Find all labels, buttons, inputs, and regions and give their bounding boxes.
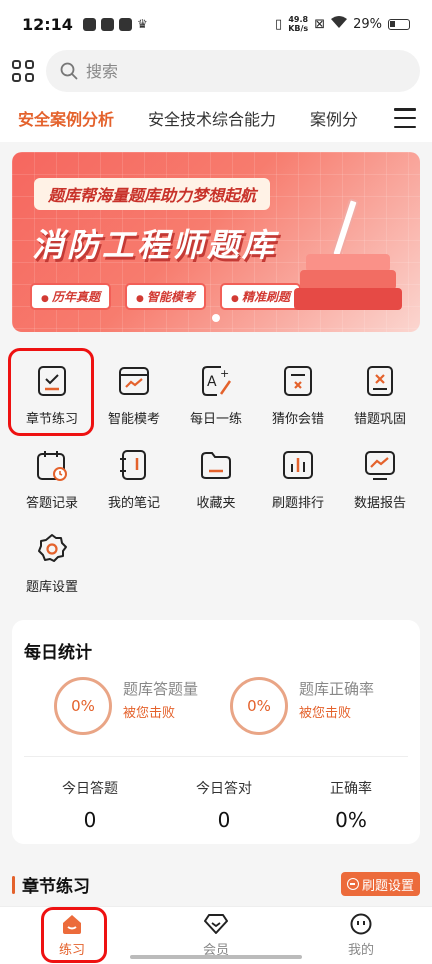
notification-icons: ♛ xyxy=(82,17,148,31)
section-title: 章节练习 xyxy=(22,877,90,897)
minus-circle-icon xyxy=(346,878,359,890)
accuracy-ring: 0% xyxy=(230,677,288,735)
feature-label: 题库设置 xyxy=(25,580,78,595)
notification-app-icon xyxy=(82,17,96,31)
answer-record-icon xyxy=(37,451,67,481)
banner-pill: 智能模考 xyxy=(125,283,207,310)
vibrate-icon: ▯ xyxy=(275,16,283,32)
feature-ranking[interactable]: 刷题排行 xyxy=(258,446,338,526)
status-time: 12:14 xyxy=(22,14,73,34)
practice-settings-button[interactable]: 刷题设置 xyxy=(340,872,420,896)
notification-mail-icon xyxy=(118,17,132,31)
search-box[interactable] xyxy=(46,50,420,92)
diamond-icon xyxy=(204,914,228,934)
feature-daily-practice[interactable]: A + 每日一练 xyxy=(176,362,256,442)
stat-label: 正确率 xyxy=(330,781,372,797)
net-speed-value: 49.8 xyxy=(288,15,309,24)
battery-percent: 29% xyxy=(353,16,382,32)
feature-guess-wrong[interactable]: 猜你会错 xyxy=(258,362,338,442)
search-icon xyxy=(60,62,78,80)
search-input[interactable] xyxy=(86,61,366,81)
feature-label: 数据报告 xyxy=(353,496,406,511)
guess-wrong-icon xyxy=(284,366,312,396)
data-report-icon xyxy=(365,451,395,480)
nav-practice-highlight xyxy=(41,907,107,963)
apps-grid-icon[interactable] xyxy=(12,60,34,82)
stat-label: 今日答题 xyxy=(62,781,118,797)
status-bar: 12:14 ♛ ▯ 49.8 KB/s ⊠ 29% xyxy=(0,0,432,48)
stat-accuracy: 正确率 0% xyxy=(296,778,406,832)
feature-label: 每日一练 xyxy=(189,412,242,427)
feature-label: 错题巩固 xyxy=(353,412,406,427)
banner-tagline: 题库帮海量题库助力梦想起航 xyxy=(34,178,271,210)
home-indicator xyxy=(130,955,302,959)
notification-play-icon xyxy=(100,17,114,31)
feature-label: 猜你会错 xyxy=(271,412,324,427)
banner-pill: 精准刷题 xyxy=(220,283,302,310)
daily-practice-icon: A + xyxy=(202,366,232,396)
answer-volume-sub: 被您击败 xyxy=(123,706,176,721)
stat-today-correct: 今日答对 0 xyxy=(169,778,279,832)
banner-page-indicator xyxy=(212,314,220,322)
stat-today-answered: 今日答题 0 xyxy=(35,778,145,832)
promo-banner[interactable]: 题库帮海量题库助力梦想起航 消防工程师题库 历年真题 智能模考 精准刷题 xyxy=(12,152,420,332)
no-sim-icon: ⊠ xyxy=(314,16,326,32)
feature-answer-record[interactable]: 答题记录 xyxy=(12,446,92,526)
nav-membership[interactable]: 会员 xyxy=(181,913,251,958)
daily-stats-card: 每日统计 0% 题库答题量 被您击败 0% 题库正确率 被您击败 今日答题 0 … xyxy=(12,620,420,844)
tab-safety-tech-ability[interactable]: 安全技术综合能力 xyxy=(148,106,276,130)
smart-exam-icon xyxy=(119,367,149,395)
nav-label: 我的 xyxy=(347,943,374,958)
feature-label: 刷题排行 xyxy=(271,496,324,511)
stat-value: 0 xyxy=(217,808,231,832)
book-stack-illustration xyxy=(294,197,402,310)
feature-data-report[interactable]: 数据报告 xyxy=(340,446,420,526)
feature-label: 收藏夹 xyxy=(196,496,236,511)
ranking-icon xyxy=(283,451,313,479)
crown-icon: ♛ xyxy=(136,17,148,31)
profile-icon xyxy=(350,913,372,935)
feature-label: 智能模考 xyxy=(107,412,160,427)
search-row xyxy=(0,48,432,94)
net-speed-unit: KB/s xyxy=(288,24,309,33)
answer-volume-ring: 0% xyxy=(54,677,112,735)
feature-label: 我的笔记 xyxy=(107,496,160,511)
feature-my-notes[interactable]: 我的笔记 xyxy=(94,446,174,526)
battery-icon xyxy=(388,18,410,30)
banner-title: 消防工程师题库 xyxy=(32,226,278,264)
accuracy-label: 题库正确率 xyxy=(299,680,375,698)
chapter-practice-highlight xyxy=(8,348,94,436)
tab-safety-case-analysis[interactable]: 安全案例分析 xyxy=(18,106,114,130)
stat-value: 0 xyxy=(83,808,97,832)
chapter-practice-section: 章节练习 刷题设置 xyxy=(12,872,420,898)
nav-profile[interactable]: 我的 xyxy=(326,913,396,958)
favorites-icon xyxy=(201,452,231,479)
wrong-question-icon xyxy=(367,366,393,396)
settings-icon xyxy=(38,534,67,562)
accuracy-sub: 被您击败 xyxy=(299,706,352,721)
bottom-nav: 练习 会员 我的 xyxy=(0,906,432,964)
stat-value: 0% xyxy=(335,808,367,832)
feature-label: 答题记录 xyxy=(25,496,78,511)
menu-icon[interactable] xyxy=(394,108,416,128)
stat-label: 今日答对 xyxy=(196,781,252,797)
svg-text:+: + xyxy=(220,367,229,380)
banner-pills: 历年真题 智能模考 精准刷题 xyxy=(30,283,302,310)
svg-text:A: A xyxy=(207,374,217,390)
notes-icon xyxy=(120,450,146,480)
status-right: ▯ 49.8 KB/s ⊠ 29% xyxy=(275,15,410,33)
practice-settings-label: 刷题设置 xyxy=(361,878,414,894)
wifi-icon xyxy=(331,16,348,32)
feature-bank-settings[interactable]: 题库设置 xyxy=(12,530,92,610)
answer-volume-label: 题库答题量 xyxy=(123,680,199,698)
feature-favorites[interactable]: 收藏夹 xyxy=(176,446,256,526)
category-tabs: 安全案例分析 安全技术综合能力 案例分 xyxy=(0,94,432,142)
tab-case-analysis-2[interactable]: 案例分 xyxy=(310,106,358,130)
daily-stats-title: 每日统计 xyxy=(24,643,92,663)
feature-smart-exam[interactable]: 智能模考 xyxy=(94,362,174,442)
net-speed: 49.8 KB/s xyxy=(288,15,308,33)
feature-wrong-questions[interactable]: 错题巩固 xyxy=(340,362,420,442)
banner-pill: 历年真题 xyxy=(30,283,112,310)
